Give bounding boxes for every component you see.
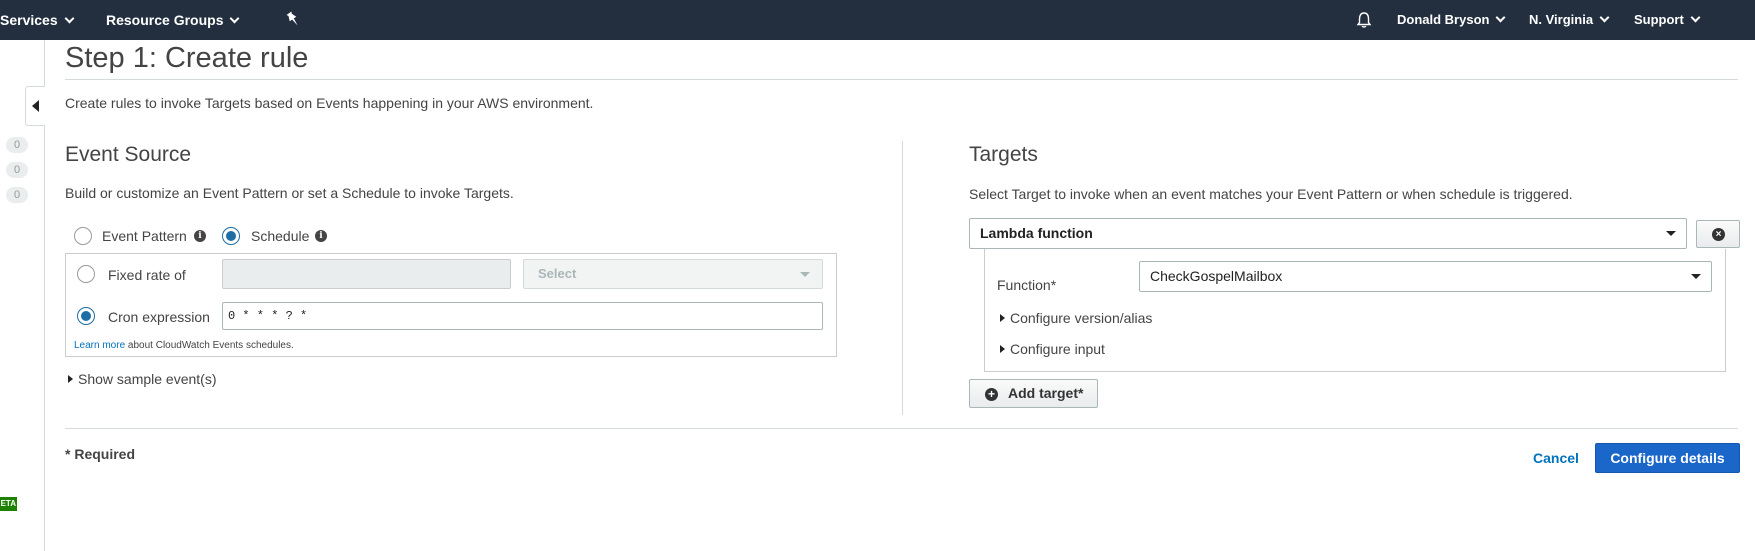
region-label: N. Virginia [1529, 12, 1594, 27]
cron-expression-input[interactable]: 0 * * * ? * [222, 302, 823, 330]
cron-expression-radio[interactable] [77, 307, 95, 325]
count-badge: 0 [6, 187, 28, 203]
caret-right-icon [1000, 345, 1005, 353]
info-icon[interactable]: i [194, 230, 206, 242]
cron-expression-label[interactable]: Cron expression [108, 309, 210, 325]
learn-more-note: Learn more about CloudWatch Events sched… [74, 340, 294, 351]
support-menu[interactable]: Support [1634, 0, 1701, 40]
plus-circle-icon: + [985, 388, 998, 401]
configure-version-alias-label: Configure version/alias [1010, 310, 1153, 326]
services-label: Services [0, 12, 58, 28]
chevron-down-icon [64, 13, 75, 24]
targets-heading: Targets [969, 143, 1038, 166]
pin-icon[interactable] [285, 11, 301, 29]
page-title: Step 1: Create rule [65, 42, 309, 74]
configure-version-alias-toggle[interactable]: Configure version/alias [1000, 310, 1152, 326]
caret-left-icon [32, 100, 39, 112]
cancel-button[interactable]: Cancel [1533, 450, 1579, 466]
event-source-description: Build or customize an Event Pattern or s… [65, 185, 514, 201]
count-badge: 0 [6, 162, 28, 178]
user-name: Donald Bryson [1397, 12, 1490, 27]
learn-more-suffix: about CloudWatch Events schedules. [127, 340, 294, 351]
configure-input-toggle[interactable]: Configure input [1000, 341, 1105, 357]
target-type-select[interactable]: Lambda function [969, 218, 1687, 249]
function-label: Function* [997, 277, 1057, 293]
event-pattern-label[interactable]: Event Pattern [102, 228, 187, 244]
chevron-down-icon [1691, 274, 1701, 279]
fixed-rate-unit-placeholder: Select [538, 266, 577, 281]
schedule-radio[interactable] [222, 227, 240, 245]
add-target-label: Add target* [1008, 385, 1084, 401]
configure-details-button[interactable]: Configure details [1595, 443, 1740, 473]
title-divider [65, 79, 1738, 80]
support-label: Support [1634, 12, 1684, 27]
chevron-down-icon [800, 272, 810, 277]
sidebar-collapse-button[interactable] [25, 86, 45, 126]
fixed-rate-label[interactable]: Fixed rate of [108, 267, 186, 283]
show-sample-events-label: Show sample event(s) [78, 371, 217, 387]
fixed-rate-value-input[interactable] [222, 259, 511, 289]
schedule-label[interactable]: Schedule [251, 228, 309, 244]
add-target-button[interactable]: + Add target* [969, 379, 1098, 408]
learn-more-link[interactable]: Learn more [74, 340, 125, 351]
fixed-rate-unit-select[interactable]: Select [523, 259, 823, 289]
event-source-heading: Event Source [65, 143, 192, 166]
close-circle-icon: × [1712, 228, 1725, 241]
function-select[interactable]: CheckGospelMailbox [1139, 261, 1712, 292]
target-type-value: Lambda function [980, 225, 1093, 241]
chevron-down-icon [1599, 12, 1610, 23]
column-divider [902, 141, 903, 415]
chevron-down-icon [1690, 12, 1701, 23]
required-note: * Required [65, 446, 136, 462]
beta-badge: ETA [0, 497, 17, 511]
page-intro: Create rules to invoke Targets based on … [65, 95, 594, 111]
function-value: CheckGospelMailbox [1150, 268, 1283, 284]
region-menu[interactable]: N. Virginia [1529, 0, 1610, 40]
event-pattern-radio[interactable] [74, 227, 92, 245]
remove-target-button[interactable]: × [1696, 220, 1740, 248]
footer-divider [65, 428, 1738, 429]
caret-right-icon [1000, 314, 1005, 322]
resource-groups-menu[interactable]: Resource Groups [106, 0, 240, 40]
resource-groups-label: Resource Groups [106, 12, 224, 28]
caret-right-icon [68, 375, 73, 383]
services-menu[interactable]: Services [0, 0, 75, 40]
top-navigation-bar: Services Resource Groups Donald Bryson N… [0, 0, 1755, 40]
chevron-down-icon [1666, 231, 1676, 236]
notifications-bell-icon[interactable] [1355, 11, 1373, 29]
chevron-down-icon [230, 13, 240, 24]
chevron-down-icon [1496, 12, 1506, 23]
targets-description: Select Target to invoke when an event ma… [969, 186, 1573, 202]
fixed-rate-radio[interactable] [77, 265, 95, 283]
info-icon[interactable]: i [315, 230, 327, 242]
show-sample-events-toggle[interactable]: Show sample event(s) [68, 371, 217, 387]
user-account-menu[interactable]: Donald Bryson [1397, 0, 1506, 40]
count-badge: 0 [6, 137, 28, 153]
configure-input-label: Configure input [1010, 341, 1105, 357]
